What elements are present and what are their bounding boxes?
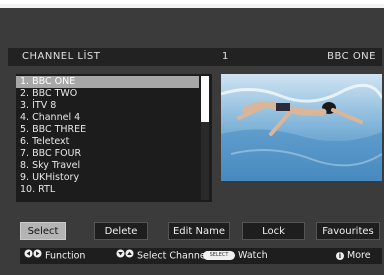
- up-down-arrows-icon: [116, 248, 134, 264]
- edit-name-button[interactable]: Edit Name: [168, 222, 230, 240]
- legend-watch: SELECT Watch: [203, 248, 268, 264]
- channel-item[interactable]: 1. BBC ONE: [16, 76, 199, 88]
- channel-item[interactable]: 7. BBC FOUR: [16, 148, 199, 160]
- channel-item[interactable]: 2. BBC TWO: [16, 88, 199, 100]
- watch-label: Watch: [238, 250, 268, 261]
- channel-list-screen: CHANNEL LİST 1 BBC ONE 1. BBC ONE 2. BBC…: [0, 0, 384, 275]
- list-scrollbar[interactable]: [201, 76, 209, 200]
- channel-item[interactable]: 6. Teletext: [16, 136, 199, 148]
- select-key-icon: SELECT: [203, 251, 235, 260]
- select-channel-label: Select Channel: [137, 250, 209, 262]
- channel-item[interactable]: 10. RTL: [16, 184, 199, 196]
- channel-item[interactable]: 8. Sky Travel: [16, 160, 199, 172]
- select-button[interactable]: Select: [20, 222, 66, 240]
- page-title: CHANNEL LİST: [22, 51, 101, 62]
- current-channel-number: 1: [222, 51, 229, 62]
- channel-list-panel: 1. BBC ONE 2. BBC TWO 3. İTV 8 4. Channe…: [16, 74, 212, 202]
- top-band: [0, 0, 384, 8]
- channel-item[interactable]: 4. Channel 4: [16, 112, 199, 124]
- legend-function: Function: [24, 248, 85, 265]
- header-bar: CHANNEL LİST 1 BBC ONE: [8, 48, 382, 66]
- more-label: More: [347, 250, 371, 261]
- key-legend-bar: Function Select Channel SELECT Watch i M…: [20, 248, 382, 264]
- current-channel-name: BBC ONE: [327, 51, 376, 62]
- channel-item[interactable]: 3. İTV 8: [16, 100, 199, 112]
- lock-button[interactable]: Lock: [242, 222, 305, 240]
- scrollbar-thumb[interactable]: [201, 76, 209, 122]
- channel-item[interactable]: 9. UKHistory: [16, 172, 199, 184]
- action-button-bar: Select Delete Edit Name Lock Favourites: [20, 222, 382, 240]
- legend-select-channel: Select Channel: [116, 248, 208, 265]
- favourites-button[interactable]: Favourites: [316, 222, 380, 240]
- channel-preview-image: [221, 74, 382, 181]
- delete-button[interactable]: Delete: [94, 222, 148, 240]
- left-right-arrows-icon: [24, 248, 42, 264]
- swimmer-image: [221, 74, 382, 181]
- info-icon: i: [336, 251, 344, 260]
- channel-item[interactable]: 5. BBC THREE: [16, 124, 199, 136]
- function-label: Function: [45, 250, 86, 262]
- legend-more: i More: [336, 248, 371, 264]
- channel-list: 1. BBC ONE 2. BBC TWO 3. İTV 8 4. Channe…: [16, 76, 199, 196]
